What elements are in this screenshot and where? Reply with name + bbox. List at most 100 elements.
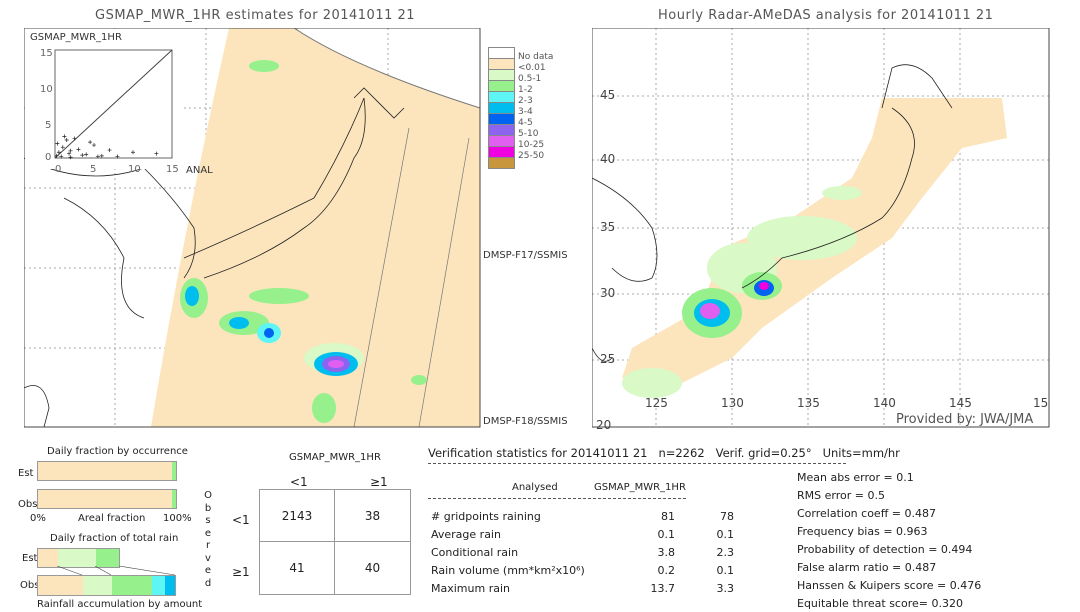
lat-tick: 25 (600, 352, 616, 366)
axis-label: Areal fraction (78, 513, 146, 524)
stats-row: Rain volume (mm*km²x10⁶) 0.2 0.1 (428, 564, 828, 580)
stats-label: Maximum rain (431, 582, 510, 595)
estimate-value: 0.1 (716, 528, 735, 541)
total-rain-title: Daily fraction of total rain (50, 533, 179, 544)
lon-tick: 140 (873, 396, 896, 410)
legend-label: 5-10 (518, 129, 539, 139)
score: Mean abs error = 0.1 (797, 471, 914, 484)
legend-label: 3-4 (518, 107, 533, 117)
lat-tick: 20 (596, 418, 612, 432)
score: Probability of detection = 0.494 (797, 543, 973, 556)
stats-label: Rain volume (mm*km²x10⁶) (431, 564, 585, 577)
analysed-value: 0.1 (657, 528, 676, 541)
inset-ytick: 10 (40, 84, 53, 95)
legend-label: 1-2 (518, 85, 533, 95)
score: Equitable threat score= 0.320 (797, 597, 963, 610)
inset-ytick: 5 (45, 120, 52, 131)
score: Correlation coeff = 0.487 (797, 507, 936, 520)
analysed-value: 0.2 (657, 564, 676, 577)
inset-xtick: 5 (90, 164, 97, 175)
legend-label: 2-3 (518, 96, 533, 106)
legend-label: No data (518, 52, 554, 62)
inset-xlabel: ANAL (186, 165, 213, 176)
occurrence-title: Daily fraction by occurrence (47, 446, 188, 457)
observed-letter: r (205, 540, 211, 551)
axis-max: 100% (163, 513, 192, 524)
inset-xtick: 10 (128, 164, 141, 175)
col-analysed: Analysed (512, 482, 558, 493)
stats-row: # gridpoints raining 81 78 (428, 510, 828, 526)
observed-letter: d (204, 577, 212, 589)
score: False alarm ratio = 0.487 (797, 561, 937, 574)
est-rain-bar (37, 548, 120, 568)
lat-tick: 35 (600, 220, 616, 234)
observed-label: Observed (204, 490, 212, 590)
col-header: ≥1 (370, 475, 388, 489)
estimate-value: 78 (720, 510, 734, 523)
estimate-value: 0.1 (716, 564, 735, 577)
score: RMS error = 0.5 (797, 489, 885, 502)
right-map-title: Hourly Radar-AMeDAS analysis for 2014101… (658, 8, 994, 23)
observed-letter: s (205, 515, 211, 526)
estimate-value: 2.3 (716, 546, 735, 559)
lon-tick: 125 (645, 396, 668, 410)
stats-row: Conditional rain 3.8 2.3 (428, 546, 828, 562)
legend-label: 25-50 (518, 151, 545, 161)
lon-tick: 135 (797, 396, 820, 410)
analysed-value: 3.8 (657, 546, 676, 559)
row-header: <1 (232, 513, 250, 527)
stats-row: Maximum rain 13.7 3.3 (428, 582, 828, 598)
observed-letter: b (204, 502, 212, 514)
obs-label: Obs (18, 499, 38, 510)
score: Frequency bias = 0.963 (797, 525, 928, 538)
row-header: ≥1 (232, 565, 250, 579)
observed-letter: e (204, 527, 212, 539)
legend-label: 10-25 (518, 140, 545, 150)
inset-ytick: 0 (45, 152, 52, 163)
table-cell: 40 (364, 561, 381, 575)
estimate-value: 3.3 (716, 582, 735, 595)
score: Hanssen & Kuipers score = 0.476 (797, 579, 982, 592)
contingency-title: GSMAP_MWR_1HR (289, 452, 381, 463)
stats-header: Verification statistics for 20141011 21 … (428, 446, 900, 460)
obs-rain-bar (37, 575, 176, 596)
table-cell: 38 (335, 490, 410, 542)
inset-xtick: 0 (55, 164, 62, 175)
est-occurrence-bar (37, 461, 177, 481)
axis-min: 0% (30, 513, 46, 524)
lat-tick: 30 (600, 286, 616, 300)
table-cell: 41 (260, 542, 335, 594)
lon-tick: 145 (949, 396, 972, 410)
obs-occurrence-bar (37, 489, 177, 509)
observed-letter: v (205, 552, 211, 564)
total-rain-footer: Rainfall accumulation by amount (37, 599, 203, 610)
observed-letter: O (204, 490, 212, 501)
table-cell: 2143 (260, 490, 335, 542)
credit: Provided by: JWA/JMA (896, 412, 1034, 427)
est-label: Est (18, 468, 34, 479)
analysed-value: 13.7 (650, 582, 676, 595)
satellite-label: DMSP-F17/SSMIS (483, 250, 568, 261)
lon-tick: 130 (721, 396, 744, 410)
lon-tick: 15 (1033, 396, 1049, 410)
analysed-value: 81 (661, 510, 675, 523)
legend-label: 4-5 (518, 118, 533, 128)
legend-swatch (488, 157, 515, 169)
lat-tick: 45 (600, 88, 616, 102)
inset-ytick: 15 (40, 48, 53, 59)
stats-row: Average rain 0.1 0.1 (428, 528, 828, 544)
legend-label: <0.01 (518, 63, 546, 73)
col-estimate: GSMAP_MWR_1HR (594, 482, 686, 493)
left-map-title: GSMAP_MWR_1HR estimates for 20141011 21 (95, 8, 416, 23)
inset-xtick: 15 (166, 164, 179, 175)
inset-label: GSMAP_MWR_1HR (30, 32, 122, 43)
lat-tick: 40 (600, 152, 616, 166)
legend-label: 0.5-1 (518, 74, 542, 84)
contingency-table: 2143 38 41 40 (259, 489, 411, 595)
right-map (592, 28, 1050, 428)
col-header: <1 (290, 475, 308, 489)
est-label: Est (22, 553, 38, 564)
satellite-label: DMSP-F18/SSMIS (483, 416, 568, 427)
stats-label: # gridpoints raining (431, 510, 541, 523)
stats-label: Average rain (431, 528, 501, 541)
